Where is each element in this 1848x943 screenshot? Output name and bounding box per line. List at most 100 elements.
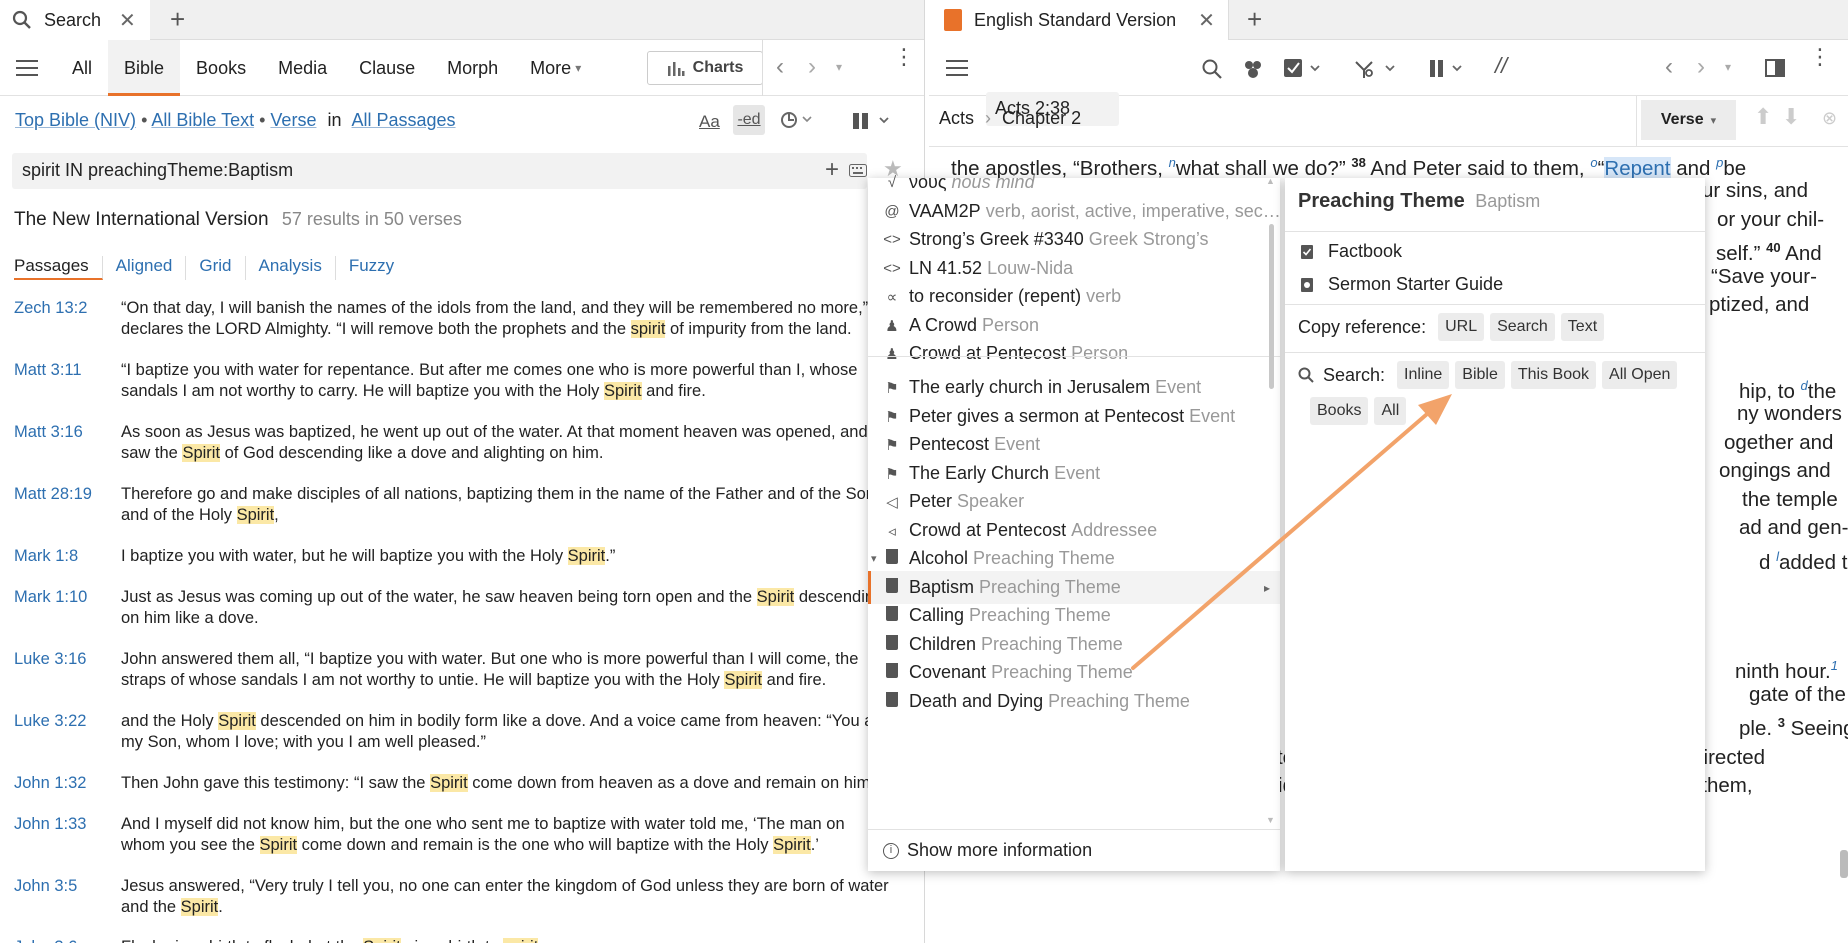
result-reference[interactable]: John 1:32	[14, 773, 86, 794]
arrow-down-icon[interactable]: ⬇	[1782, 104, 1800, 130]
verse-number: 40	[1766, 240, 1781, 255]
more-options-icon[interactable]: ⋮	[1809, 46, 1831, 68]
expand-chevron-icon[interactable]: ▾	[871, 552, 877, 565]
visual-filter-icon[interactable]	[1354, 58, 1398, 80]
copy-search-button[interactable]: Search	[1490, 313, 1555, 341]
result-reference[interactable]: Mark 1:10	[14, 587, 87, 608]
search-inline-button[interactable]: Inline	[1397, 361, 1450, 389]
history-dropdown-icon[interactable]: ▾	[1725, 60, 1731, 74]
scope-text-link[interactable]: All Bible Text	[151, 110, 254, 130]
breadcrumb-book[interactable]: Acts	[939, 108, 974, 128]
menu-item[interactable]: Death and Dying Preaching Theme	[868, 685, 1280, 718]
scope-bible-link[interactable]: Top Bible (NIV)	[15, 110, 136, 130]
sermon-starter-link[interactable]: Sermon Starter Guide	[1300, 274, 1503, 295]
history-dropdown-icon[interactable]: ▾	[836, 60, 842, 74]
tab-esv[interactable]: English Standard Version ✕	[929, 0, 1229, 40]
result-reference[interactable]: Matt 3:11	[14, 360, 82, 381]
result-text: come down and remain is the one who will…	[297, 835, 774, 854]
word-forms-toggle[interactable]: -ed	[733, 105, 765, 135]
layout-icon[interactable]	[1765, 59, 1785, 77]
chevron-down-icon[interactable]: ▾	[575, 61, 581, 75]
search-all-open-button[interactable]: All Open	[1602, 361, 1678, 389]
tab-aligned[interactable]: Aligned	[116, 256, 187, 280]
context-menu: √ νους nous mind @ VAAM2P verb, aorist, activ…	[868, 172, 1280, 871]
menu-item-label: A Crowd	[909, 315, 978, 335]
text-comparison-icon[interactable]: //	[1495, 53, 1507, 79]
tab-analysis[interactable]: Analysis	[259, 256, 336, 280]
search-icon[interactable]	[1201, 58, 1223, 80]
scope-range-link[interactable]: All Passages	[352, 110, 456, 130]
parallel-icon[interactable]	[1429, 58, 1469, 80]
copy-text-button[interactable]: Text	[1560, 313, 1605, 341]
scroll-down-icon[interactable]: ▼	[1266, 815, 1275, 825]
charts-button[interactable]: Charts	[647, 51, 763, 85]
selected-word[interactable]: Repent	[1604, 156, 1671, 180]
people-icon[interactable]	[1242, 58, 1264, 80]
left-tab-bar: Search ✕ +	[0, 0, 924, 40]
tab-grid[interactable]: Grid	[199, 256, 246, 280]
arrow-up-icon[interactable]: ⬆	[1754, 104, 1772, 130]
breadcrumb-chapter[interactable]: Chapter 2	[1002, 108, 1081, 128]
search-type-all[interactable]: All	[56, 40, 108, 96]
footnote-marker[interactable]: d	[1801, 378, 1808, 393]
scroll-up-icon[interactable]: ▲	[1266, 176, 1275, 186]
result-text-line: “I baptize you with water for repentance…	[121, 360, 921, 381]
result-text-line: Just as Jesus was coming up out of the w…	[121, 587, 921, 608]
result-reference[interactable]: John 3:5	[14, 876, 77, 897]
keyboard-icon[interactable]	[849, 164, 867, 177]
search-books-button[interactable]: Books	[1310, 397, 1369, 425]
back-arrow-icon[interactable]: ‹	[1665, 53, 1673, 81]
sync-icon[interactable]	[779, 110, 813, 130]
scope-unit-link[interactable]: Verse	[270, 110, 316, 130]
menu-scrollbar[interactable]	[1269, 224, 1274, 389]
forward-arrow-icon[interactable]: ›	[1697, 53, 1705, 81]
search-input[interactable]: spirit IN preachingTheme:Baptism +	[12, 153, 867, 189]
result-reference[interactable]: Mark 1:8	[14, 546, 78, 567]
close-icon[interactable]: ✕	[1198, 8, 1215, 33]
menu-icon[interactable]	[946, 59, 968, 76]
search-type-morph[interactable]: Morph	[431, 40, 514, 96]
search-type-clause[interactable]: Clause	[343, 40, 431, 96]
preaching-theme-icon	[883, 606, 901, 625]
verse-selector[interactable]: Verse ▾	[1641, 100, 1736, 140]
new-tab-button[interactable]: +	[1247, 4, 1262, 35]
task-icon[interactable]	[1283, 58, 1323, 80]
add-icon[interactable]: +	[825, 156, 839, 184]
search-type-bible[interactable]: Bible	[108, 39, 181, 96]
close-icon[interactable]: ✕	[119, 8, 136, 33]
tab-passages[interactable]: Passages	[14, 256, 103, 280]
search-this-book-button[interactable]: This Book	[1510, 361, 1597, 389]
footnote-marker[interactable]: 1	[1831, 658, 1838, 673]
breadcrumb: Acts › Chapter 2	[939, 108, 1082, 128]
submenu-subtitle: Baptism	[1475, 191, 1541, 211]
search-type-books[interactable]: Books	[180, 40, 262, 96]
result-reference[interactable]: Luke 3:16	[14, 649, 86, 670]
result-reference[interactable]: John 1:33	[14, 814, 86, 835]
search-type-more[interactable]: More	[514, 40, 575, 96]
search-type-media[interactable]: Media	[262, 40, 343, 96]
tab-search[interactable]: Search ✕	[0, 0, 150, 40]
back-arrow-icon[interactable]: ‹	[776, 53, 784, 81]
new-tab-button[interactable]: +	[170, 4, 185, 35]
menu-icon[interactable]	[16, 59, 38, 76]
result-reference[interactable]: Matt 3:16	[14, 422, 83, 443]
split-view-icon[interactable]	[853, 112, 891, 130]
scrollbar-thumb[interactable]	[1840, 850, 1848, 878]
preaching-theme-submenu: Preaching Theme Baptism Factbook Sermon …	[1285, 178, 1705, 871]
copy-url-button[interactable]: URL	[1438, 313, 1485, 341]
result-reference[interactable]: Zech 13:2	[14, 298, 87, 319]
result-reference[interactable]: Matt 28:19	[14, 484, 92, 505]
search-all-button[interactable]: All	[1374, 397, 1407, 425]
tab-fuzzy[interactable]: Fuzzy	[349, 256, 407, 280]
result-reference[interactable]: John 3:6	[14, 937, 77, 943]
menu-item[interactable]: ♟ Crowd at Pentecost Person	[868, 337, 1280, 370]
factbook-link[interactable]: Factbook	[1300, 241, 1402, 262]
more-options-icon[interactable]: ⋮	[893, 46, 915, 68]
clear-icon[interactable]: ⊗	[1822, 108, 1837, 129]
footnote-marker[interactable]: o	[1590, 155, 1597, 170]
show-more-information-item[interactable]: i Show more information	[868, 834, 1280, 867]
result-reference[interactable]: Luke 3:22	[14, 711, 86, 732]
case-sensitive-toggle[interactable]: Aa	[699, 112, 720, 132]
search-bible-button[interactable]: Bible	[1455, 361, 1505, 389]
forward-arrow-icon[interactable]: ›	[808, 53, 816, 81]
